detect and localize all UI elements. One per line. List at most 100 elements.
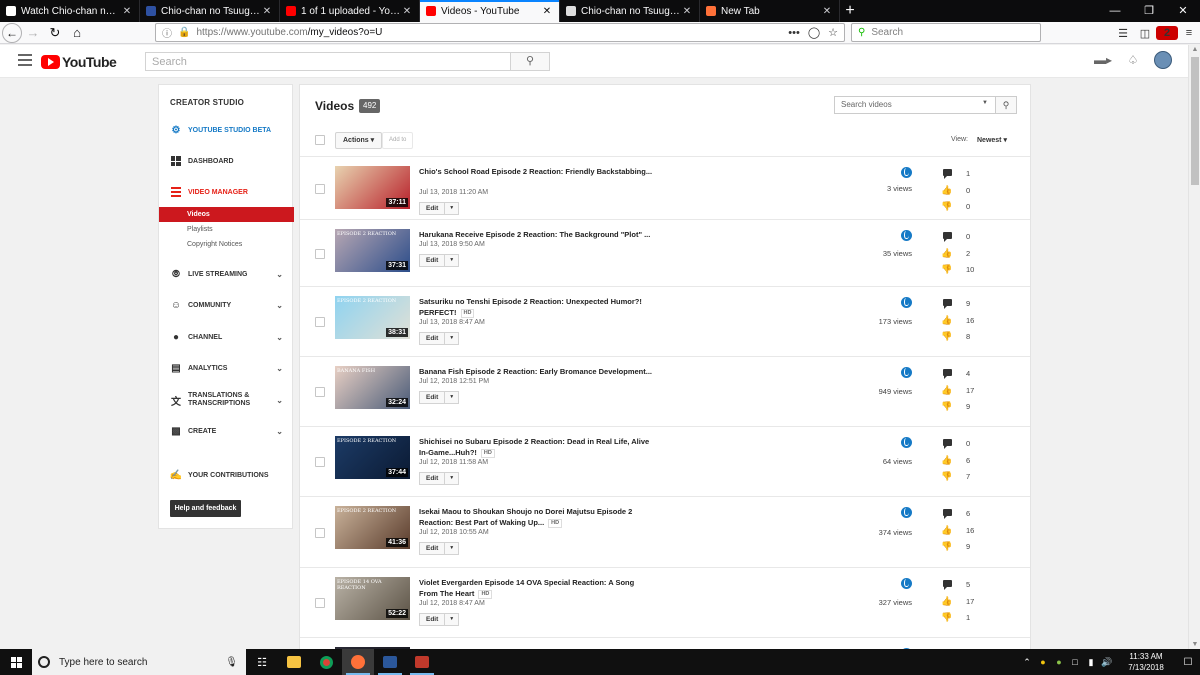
word-icon[interactable] xyxy=(374,649,406,675)
video-title[interactable]: Satsuriku no Tenshi Episode 2 Reaction: … xyxy=(419,296,654,318)
close-tab-icon[interactable]: ✕ xyxy=(121,6,133,17)
scrollbar-thumb[interactable] xyxy=(1191,57,1199,185)
sidebar-item-community[interactable]: ☺ COMMUNITY ⌄ xyxy=(159,296,292,314)
sidebar-item-video-manager[interactable]: VIDEO MANAGER xyxy=(159,183,292,201)
sidebar-toggle-icon[interactable]: ◫ xyxy=(1134,27,1156,40)
video-row-checkbox[interactable] xyxy=(315,317,325,327)
sidebar-item-analytics[interactable]: ▤ ANALYTICS ⌄ xyxy=(159,359,292,377)
video-row-checkbox[interactable] xyxy=(315,598,325,608)
comments-stat[interactable]: 5 xyxy=(941,578,1001,590)
volume-icon[interactable]: 🔊 xyxy=(1100,657,1114,668)
guide-menu-icon[interactable] xyxy=(18,54,32,66)
sidebar-item-live-streaming[interactable]: ⦾ LIVE STREAMING ⌄ xyxy=(159,265,292,283)
home-button[interactable]: ⌂ xyxy=(66,22,88,44)
close-tab-icon[interactable]: ✕ xyxy=(261,6,273,17)
new-tab-button[interactable]: + xyxy=(840,0,860,22)
back-button[interactable]: ← xyxy=(0,22,22,44)
browser-tab[interactable]: Chio-chan no Tsuugakuro (Chi✕ xyxy=(140,0,280,22)
forward-button[interactable]: → xyxy=(22,22,44,44)
firefox-icon[interactable] xyxy=(342,649,374,675)
public-visibility-icon[interactable] xyxy=(901,507,912,518)
action-center-icon[interactable]: ☐ xyxy=(1176,657,1200,668)
close-window-icon[interactable]: ✕ xyxy=(1166,0,1200,22)
edit-button[interactable]: Edit ▼ xyxy=(419,613,460,626)
edit-button[interactable]: Edit ▼ xyxy=(419,391,460,404)
taskbar-search-box[interactable]: Type here to search 🎙 xyxy=(32,649,246,675)
pocket-icon[interactable]: ◯ xyxy=(808,26,820,39)
search-engine-icon[interactable]: ⚲ xyxy=(858,27,865,38)
browser-menu-icon[interactable]: ≡ xyxy=(1178,27,1200,39)
edit-button[interactable]: Edit ▼ xyxy=(419,542,460,555)
video-row-checkbox[interactable] xyxy=(315,527,325,538)
actions-button[interactable]: Actions ▾ xyxy=(335,132,383,149)
edit-dropdown-icon[interactable]: ▼ xyxy=(445,254,460,267)
video-row[interactable]: EPISODE 14 OVA REACTION 52:22 Violet Everg… xyxy=(300,568,1030,638)
view-sort-dropdown[interactable]: Newest ▾ xyxy=(977,136,1007,144)
dislikes-stat[interactable]: 👎 1 xyxy=(941,611,1001,623)
video-thumbnail[interactable]: EPISODE 2 REACTION 38:31 xyxy=(335,296,410,339)
browser-tab[interactable]: 1 of 1 uploaded - YouTube✕ xyxy=(280,0,420,22)
close-tab-icon[interactable]: ✕ xyxy=(541,6,553,17)
comments-stat[interactable]: 4 xyxy=(941,367,1001,379)
notifications-bell-icon[interactable]: ♤ xyxy=(1118,53,1148,67)
select-all-checkbox[interactable] xyxy=(315,135,325,145)
network-icon[interactable]: □ xyxy=(1068,657,1082,667)
sidebar-item-dashboard[interactable]: DASHBOARD xyxy=(159,152,292,170)
browser-search-field[interactable]: ⚲ Search xyxy=(851,23,1041,42)
video-row[interactable]: EPISODE 2 REACTION 37:31 Harukana Receive … xyxy=(300,220,1030,287)
chevron-down-icon[interactable]: ⌄ xyxy=(276,270,283,279)
video-thumbnail[interactable]: 37:11 xyxy=(335,166,410,209)
microphone-icon[interactable]: 🎙 xyxy=(225,657,238,668)
add-to-button[interactable]: Add to xyxy=(382,132,414,149)
dislikes-stat[interactable]: 👎 8 xyxy=(941,330,1001,342)
edit-dropdown-icon[interactable]: ▼ xyxy=(445,542,460,555)
public-visibility-icon[interactable] xyxy=(901,167,912,178)
public-visibility-icon[interactable] xyxy=(901,367,912,378)
cloud-icon[interactable]: ● xyxy=(1052,657,1066,667)
comments-stat[interactable]: 1 xyxy=(941,167,1001,179)
close-tab-icon[interactable]: ✕ xyxy=(401,6,413,17)
show-hidden-icons-icon[interactable]: ⌃ xyxy=(1020,657,1034,668)
public-visibility-icon[interactable] xyxy=(901,437,912,448)
video-row[interactable]: EPISODE 2 REACTION 41:36 Isekai Maou to Sh… xyxy=(300,497,1030,568)
video-thumbnail[interactable]: EPISODE 2 REACTION 37:44 xyxy=(335,436,410,479)
url-bar[interactable]: ⓘ 🔒 https://www.youtube.com/my_videos?o=… xyxy=(155,23,845,42)
youtube-search-button[interactable]: ⚲ xyxy=(510,52,550,71)
video-row-checkbox[interactable] xyxy=(315,457,325,467)
page-scrollbar[interactable]: ▲ ▼ xyxy=(1188,45,1200,649)
edit-button[interactable]: Edit ▼ xyxy=(419,254,460,267)
lock-icon[interactable]: 🔒 xyxy=(178,27,190,38)
public-visibility-icon[interactable] xyxy=(901,578,912,589)
video-row-checkbox[interactable] xyxy=(315,387,325,397)
video-thumbnail[interactable]: EPISODE 2 REACTION 37:31 xyxy=(335,229,410,272)
chevron-down-icon[interactable]: ⌄ xyxy=(276,427,283,436)
info-icon[interactable]: ⓘ xyxy=(162,25,172,40)
comments-stat[interactable]: 0 xyxy=(941,437,1001,449)
page-actions-icon[interactable]: ••• xyxy=(788,27,800,39)
edit-button[interactable]: Edit ▼ xyxy=(419,202,460,215)
sidebar-item-studio-beta[interactable]: ⚙ YOUTUBE STUDIO BETA xyxy=(159,121,292,139)
browser-tab[interactable]: Chio-chan no Tsuugakuro - An✕ xyxy=(560,0,700,22)
chevron-down-icon[interactable]: ⌄ xyxy=(276,364,283,373)
likes-stat[interactable]: 👍 2 xyxy=(941,247,1001,259)
likes-stat[interactable]: 👍 0 xyxy=(941,184,1001,196)
likes-stat[interactable]: 👍 17 xyxy=(941,384,1001,396)
edit-dropdown-icon[interactable]: ▼ xyxy=(445,472,460,485)
bookmark-star-icon[interactable]: ☆ xyxy=(828,26,838,39)
taskbar-clock[interactable]: 11:33 AM 7/13/2018 xyxy=(1116,651,1176,673)
likes-stat[interactable]: 👍 16 xyxy=(941,524,1001,536)
public-visibility-icon[interactable] xyxy=(901,230,912,241)
start-button[interactable] xyxy=(0,649,32,675)
upload-video-icon[interactable]: ▬▸ xyxy=(1088,53,1118,67)
sidebar-item-contributions[interactable]: ✍ YOUR CONTRIBUTIONS xyxy=(159,466,292,484)
video-title[interactable]: Isekai Maou to Shoukan Shoujo no Dorei M… xyxy=(419,506,654,528)
video-title[interactable]: Chio's School Road Episode 2 Reaction: F… xyxy=(419,166,654,177)
file-explorer-icon[interactable] xyxy=(278,649,310,675)
dislikes-stat[interactable]: 👎 9 xyxy=(941,400,1001,412)
help-feedback-button[interactable]: Help and feedback xyxy=(170,500,241,517)
scroll-down-icon[interactable]: ▼ xyxy=(1189,641,1200,648)
sidebar-sub-videos[interactable]: Videos xyxy=(159,207,294,222)
adblock-icon[interactable]: 2 xyxy=(1156,26,1178,40)
video-title[interactable]: Shichisei no Subaru Episode 2 Reaction: … xyxy=(419,436,654,458)
chevron-down-icon[interactable]: ⌄ xyxy=(276,301,283,310)
